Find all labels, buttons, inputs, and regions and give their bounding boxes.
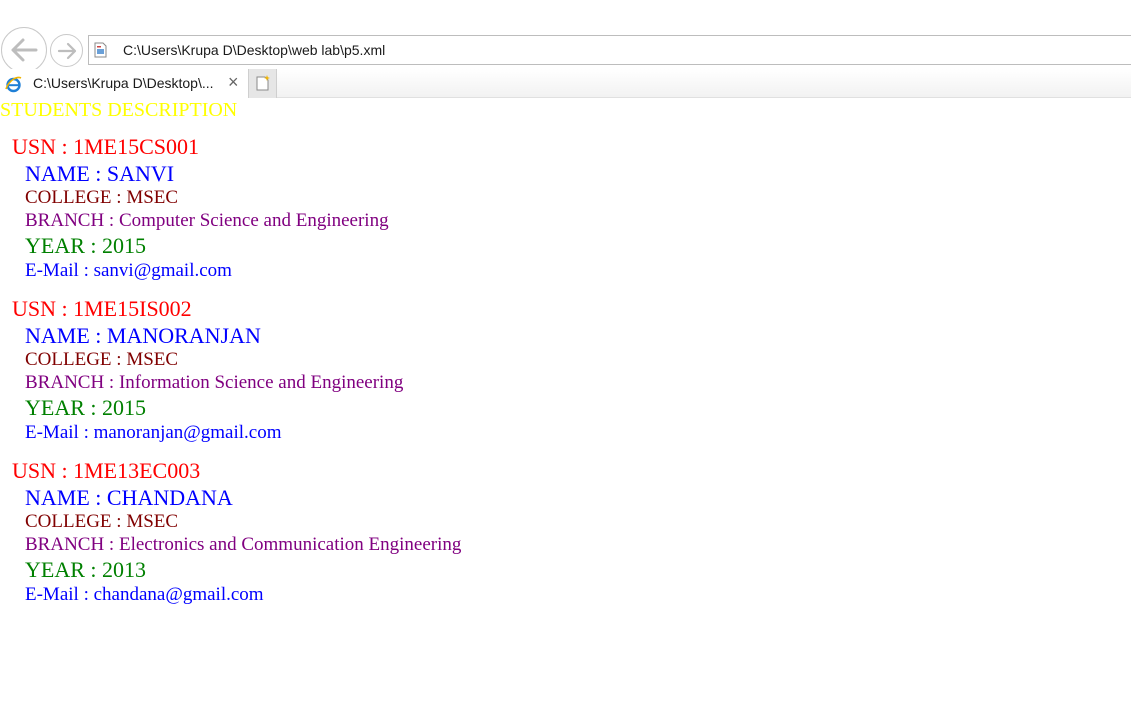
student-branch: BRANCH : Computer Science and Engineerin…: [25, 210, 389, 231]
tab-strip: C:\Users\Krupa D\Desktop\... ×: [0, 69, 1131, 98]
student-college: COLLEGE : MSEC: [25, 349, 179, 370]
close-icon[interactable]: ×: [228, 72, 239, 92]
page-title: STUDENTS DESCRIPTION: [0, 99, 238, 121]
student-name: NAME : CHANDANA: [25, 485, 233, 510]
student-college: COLLEGE : MSEC: [25, 511, 179, 532]
address-text[interactable]: C:\Users\Krupa D\Desktop\web lab\p5.xml: [123, 42, 385, 58]
student-branch: BRANCH : Electronics and Communication E…: [25, 534, 462, 555]
new-tab-button[interactable]: [249, 69, 277, 98]
student-usn: USN : 1ME15IS002: [12, 296, 192, 321]
student-name: NAME : SANVI: [25, 161, 175, 186]
student-name: NAME : MANORANJAN: [25, 323, 261, 348]
student-email: E-Mail : manoranjan@gmail.com: [25, 422, 282, 443]
student-year: YEAR : 2015: [25, 233, 146, 258]
address-bar[interactable]: C:\Users\Krupa D\Desktop\web lab\p5.xml: [88, 35, 1131, 65]
student-usn: USN : 1ME15CS001: [12, 134, 200, 159]
browser-chrome: C:\Users\Krupa D\Desktop\web lab\p5.xml …: [0, 0, 1131, 98]
student-email: E-Mail : chandana@gmail.com: [25, 584, 264, 605]
back-button[interactable]: [1, 27, 47, 73]
student-branch: BRANCH : Information Science and Enginee…: [25, 372, 404, 393]
student-college: COLLEGE : MSEC: [25, 187, 179, 208]
student-usn: USN : 1ME13EC003: [12, 458, 201, 483]
tab-title: C:\Users\Krupa D\Desktop\...: [33, 75, 214, 91]
internet-explorer-icon: [5, 76, 22, 93]
student-email: E-Mail : sanvi@gmail.com: [25, 260, 232, 281]
tab-active[interactable]: C:\Users\Krupa D\Desktop\... ×: [0, 69, 249, 98]
forward-button[interactable]: [50, 34, 83, 67]
back-arrow-icon: [11, 38, 38, 62]
page-content: STUDENTS DESCRIPTION USN : 1ME15CS001 NA…: [0, 98, 1131, 705]
new-tab-icon: [256, 75, 270, 91]
forward-arrow-icon: [57, 42, 76, 59]
student-year: YEAR : 2013: [25, 557, 146, 582]
student-year: YEAR : 2015: [25, 395, 146, 420]
xml-page-icon: [94, 42, 107, 58]
